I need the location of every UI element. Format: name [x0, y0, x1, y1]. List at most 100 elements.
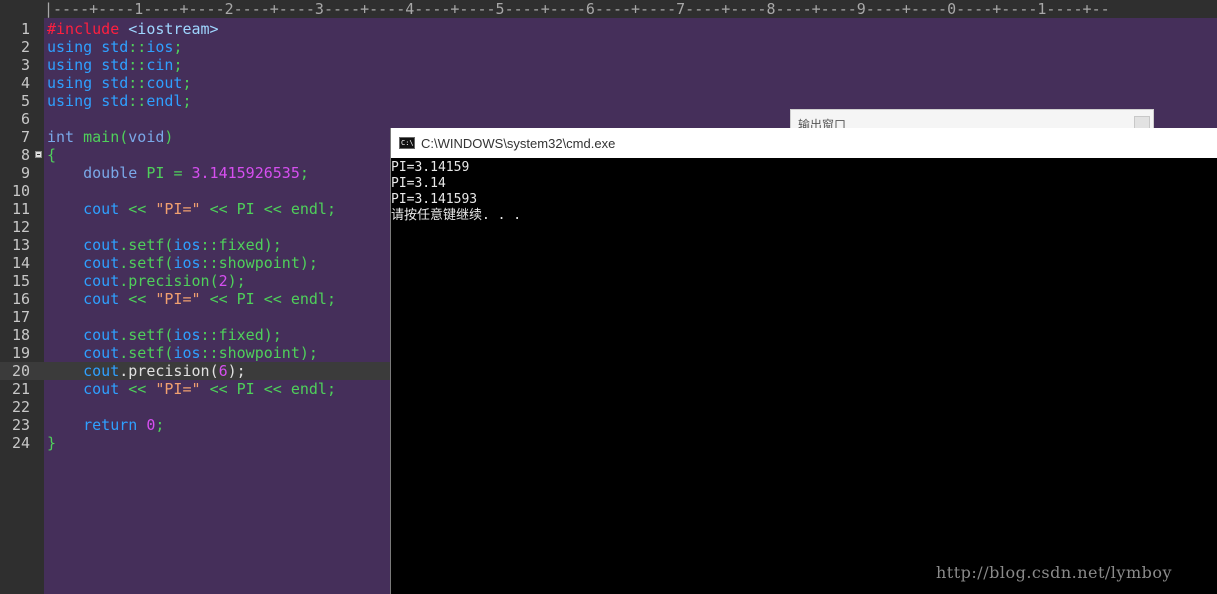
code-token: .	[119, 326, 129, 344]
code-token: 6	[218, 362, 228, 380]
line-number: 2	[20, 38, 30, 56]
code-token: 3.1415926535	[191, 164, 300, 182]
code-token: .	[119, 254, 129, 272]
code-token: setf	[128, 326, 165, 344]
code-line[interactable]: 3 using std::cin;	[0, 56, 1217, 74]
code-token: cout	[83, 380, 120, 398]
code-line[interactable]: 2 using std::ios;	[0, 38, 1217, 56]
console-line: 请按任意键继续. . .	[391, 208, 522, 223]
line-number: 4	[20, 74, 30, 92]
code-text: int main(void)	[47, 128, 173, 146]
code-text: #include <iostream>	[47, 20, 219, 38]
line-number: 17	[11, 308, 30, 326]
code-token: ios	[173, 236, 201, 254]
code-token: cout	[83, 200, 120, 218]
code-text: cout.precision(6);	[47, 362, 246, 380]
code-token: endl	[290, 200, 327, 218]
code-token: cout	[83, 362, 120, 380]
code-token: showpoint	[218, 344, 300, 362]
code-token: ::	[200, 236, 219, 254]
code-token: ios	[173, 344, 201, 362]
line-number: 18	[11, 326, 30, 344]
code-token: <<	[263, 200, 282, 218]
code-token: ;	[299, 164, 309, 182]
code-token: ;	[173, 38, 183, 56]
code-token: ::	[200, 344, 219, 362]
code-token: using	[47, 92, 93, 110]
code-token: ::	[128, 74, 147, 92]
code-token: cout	[83, 272, 120, 290]
code-token: ;	[326, 200, 336, 218]
code-token: .	[119, 362, 129, 380]
code-token: std	[101, 74, 129, 92]
console-line: PI=3.14	[391, 176, 446, 191]
line-number: 19	[11, 344, 30, 362]
code-token: setf	[128, 236, 165, 254]
code-line[interactable]: 1 #include <iostream>	[0, 20, 1217, 38]
cmd-titlebar[interactable]: C:\ C:\WINDOWS\system32\cmd.exe	[391, 128, 1217, 158]
code-text: cout.setf(ios::showpoint);	[47, 344, 318, 362]
code-token: ;	[155, 416, 165, 434]
code-token: ios	[146, 38, 174, 56]
code-text: cout.setf(ios::fixed);	[47, 236, 282, 254]
code-token: cin	[146, 56, 174, 74]
code-line[interactable]: 5 using std::endl;	[0, 92, 1217, 110]
code-token: PI	[146, 164, 165, 182]
code-token: {	[47, 146, 57, 164]
code-token: <<	[128, 380, 147, 398]
console-icon: C:\	[399, 137, 415, 149]
line-number: 11	[11, 200, 30, 218]
code-token: ;	[326, 380, 336, 398]
column-ruler: |----+----1----+----2----+----3----+----…	[44, 0, 1217, 18]
code-token: setf	[128, 344, 165, 362]
code-token: <<	[209, 380, 228, 398]
code-token: <<	[128, 290, 147, 308]
code-token: std	[101, 92, 129, 110]
code-token: }	[47, 434, 57, 452]
code-token: <iostream>	[128, 20, 219, 38]
fold-toggle-icon[interactable]	[35, 151, 42, 158]
code-text: cout << "PI=" << PI << endl;	[47, 380, 336, 398]
console-output[interactable]: PI=3.14159 PI=3.14 PI=3.141593 请按任意键继续. . .	[391, 160, 1217, 224]
code-line[interactable]: 4 using std::cout;	[0, 74, 1217, 92]
code-text: using std::endl;	[47, 92, 192, 110]
line-number: 7	[20, 128, 30, 146]
code-token: double	[83, 164, 138, 182]
cmd-window[interactable]: C:\ C:\WINDOWS\system32\cmd.exe PI=3.141…	[390, 128, 1217, 594]
code-token: void	[128, 128, 165, 146]
code-text: using std::ios;	[47, 38, 182, 56]
code-token: endl	[146, 92, 183, 110]
code-token: fixed	[218, 326, 264, 344]
code-token: endl	[290, 380, 327, 398]
cmd-window-title: C:\WINDOWS\system32\cmd.exe	[421, 136, 616, 151]
line-number: 16	[11, 290, 30, 308]
line-number: 21	[11, 380, 30, 398]
line-number: 10	[11, 182, 30, 200]
code-token: (	[209, 362, 219, 380]
line-number: 13	[11, 236, 30, 254]
code-token: cout	[83, 344, 120, 362]
code-token: ::	[128, 38, 147, 56]
